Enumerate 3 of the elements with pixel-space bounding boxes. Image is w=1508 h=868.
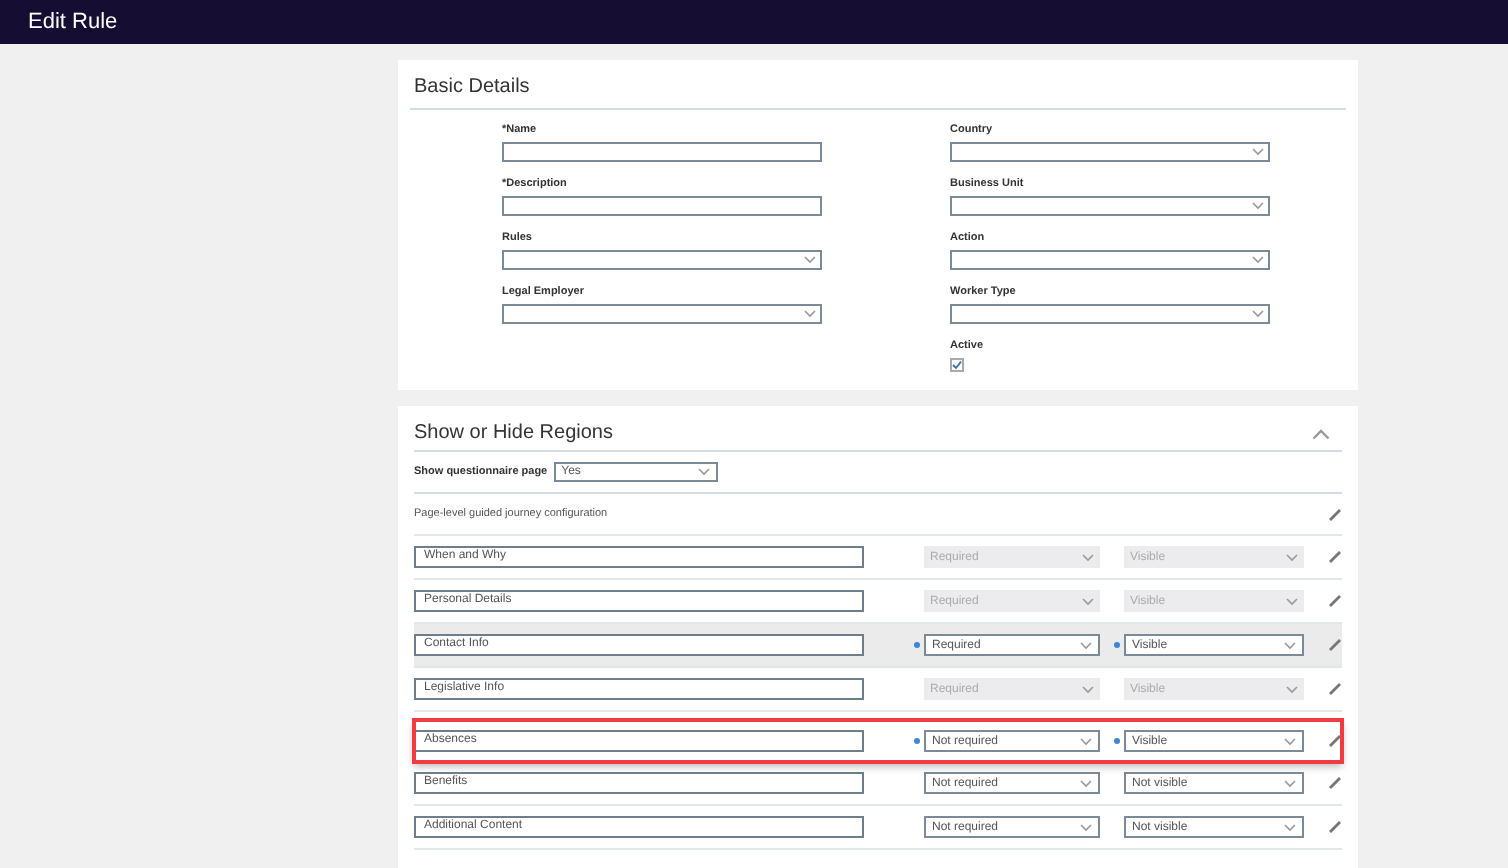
- section-title: Show or Hide Regions: [414, 422, 613, 444]
- page-title: Edit Rule: [28, 8, 118, 38]
- section-title: Basic Details: [410, 72, 1346, 110]
